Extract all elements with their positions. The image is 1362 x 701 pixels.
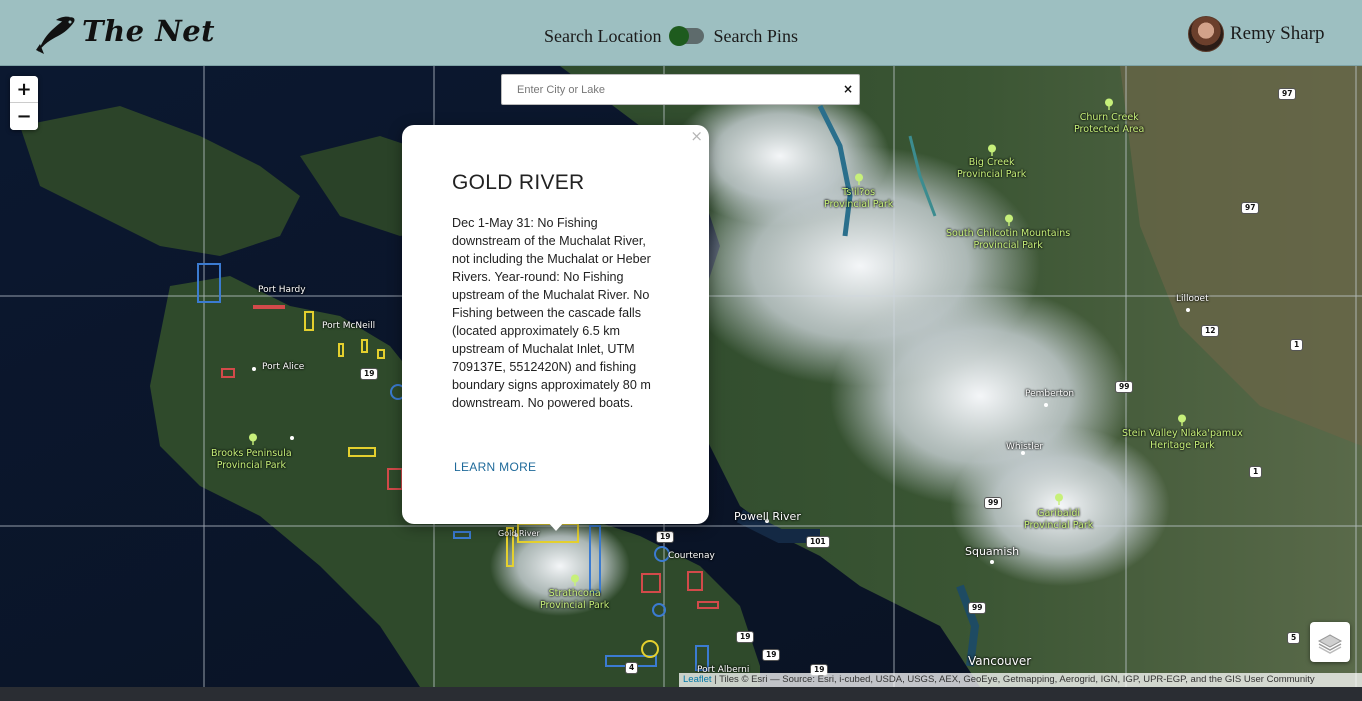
map-label-courtenay: Courtenay (668, 551, 715, 561)
map-label-vancouver: Vancouver (968, 654, 1032, 668)
map-label-port-mcneill: Port McNeill (322, 321, 376, 331)
fishing-area-popup: × GOLD RIVER Dec 1-May 31: No Fishing do… (402, 125, 709, 531)
learn-more-link[interactable]: LEARN MORE (454, 460, 536, 474)
avatar[interactable] (1188, 16, 1224, 52)
search-location-label[interactable]: Search Location (544, 26, 661, 47)
search-mode-toggle-group: Search Location Search Pins (544, 24, 798, 48)
park-label-brooks: Brooks Peninsula Provincial Park (211, 448, 292, 471)
zoom-control: + − (10, 76, 38, 130)
highway-shield: 12 (1201, 325, 1220, 337)
map-label-squamish: Squamish (965, 545, 1020, 558)
map-label-port-hardy: Port Hardy (258, 285, 306, 295)
highway-shield: 19 (736, 631, 755, 643)
highway-shield: 5 (1287, 632, 1301, 644)
park-label-churn-creek: Churn Creek Protected Area (1074, 112, 1145, 135)
popup-regulations: Dec 1-May 31: No Fishing downstream of t… (452, 216, 651, 410)
tiles-attribution-text: | Tiles © Esri — Source: Esri, i-cubed, … (711, 674, 1315, 685)
location-search-input[interactable] (502, 75, 832, 104)
highway-shield: 99 (1115, 381, 1134, 393)
map-label-whistler: Whistler (1006, 442, 1044, 452)
location-search-box: × (501, 74, 860, 105)
park-tree-icon (1105, 98, 1113, 110)
park-label-stein-valley: Stein Valley Nlaka'pamux Heritage Park (1122, 428, 1243, 451)
highway-shield: 97 (1241, 202, 1260, 214)
leaflet-link[interactable]: Leaflet (683, 674, 712, 685)
popup-pointer (547, 521, 565, 531)
search-pins-label[interactable]: Search Pins (713, 26, 798, 47)
park-label-garibaldi: Garibaldi Provincial Park (1024, 508, 1094, 531)
map-label-lillooet: Lillooet (1176, 294, 1209, 304)
search-mode-toggle[interactable] (669, 26, 705, 46)
popup-close-button[interactable]: × (690, 127, 703, 145)
user-name[interactable]: Remy Sharp (1230, 23, 1324, 45)
page-footer-strip (0, 687, 1362, 701)
highway-shield: 19 (360, 368, 379, 380)
park-label-big-creek: Big Creek Provincial Park (957, 157, 1027, 180)
highway-shield: 1 (1290, 339, 1304, 351)
park-tree-icon (988, 144, 996, 156)
park-tree-icon (1055, 493, 1063, 505)
zoom-in-button[interactable]: + (10, 76, 38, 103)
map-label-pemberton: Pemberton (1025, 389, 1075, 399)
park-label-south-chilcotin: South Chilcotin Mountains Provincial Par… (946, 228, 1071, 251)
highway-shield: 1 (1249, 466, 1263, 478)
layers-icon (1317, 634, 1343, 654)
highway-shield: 99 (984, 497, 1003, 509)
toggle-knob (669, 26, 690, 46)
map-label-gold-river: Gold River (498, 529, 540, 538)
popup-title: GOLD RIVER (452, 171, 585, 194)
highway-shield: 99 (968, 602, 987, 614)
park-label-tsilos: Ts'il?os Provincial Park (824, 187, 894, 210)
clear-search-button[interactable]: × (843, 82, 853, 96)
user-menu[interactable]: Remy Sharp (1188, 16, 1324, 52)
park-tree-icon (1005, 214, 1013, 226)
app-header: The Net Search Location Search Pins Remy… (0, 0, 1362, 66)
map-label-powell-river: Powell River (734, 510, 801, 523)
map-attribution: Leaflet | Tiles © Esri — Source: Esri, i… (679, 673, 1362, 687)
map-label-port-alice: Port Alice (262, 362, 305, 372)
park-tree-icon (249, 433, 257, 445)
highway-shield: 97 (1278, 88, 1297, 100)
park-label-strathcona: Strathcona Provincial Park (540, 588, 610, 611)
layers-control-button[interactable] (1310, 622, 1350, 662)
highway-shield: 101 (806, 536, 830, 548)
zoom-out-button[interactable]: − (10, 103, 38, 130)
park-tree-icon (1178, 414, 1186, 426)
highway-shield: 19 (656, 531, 675, 543)
park-tree-icon (855, 173, 863, 185)
fish-logo-icon[interactable] (34, 14, 80, 56)
highway-shield: 4 (625, 662, 639, 674)
highway-shield: 19 (762, 649, 781, 661)
brand-title[interactable]: The Net (82, 14, 215, 48)
park-tree-icon (571, 574, 579, 586)
